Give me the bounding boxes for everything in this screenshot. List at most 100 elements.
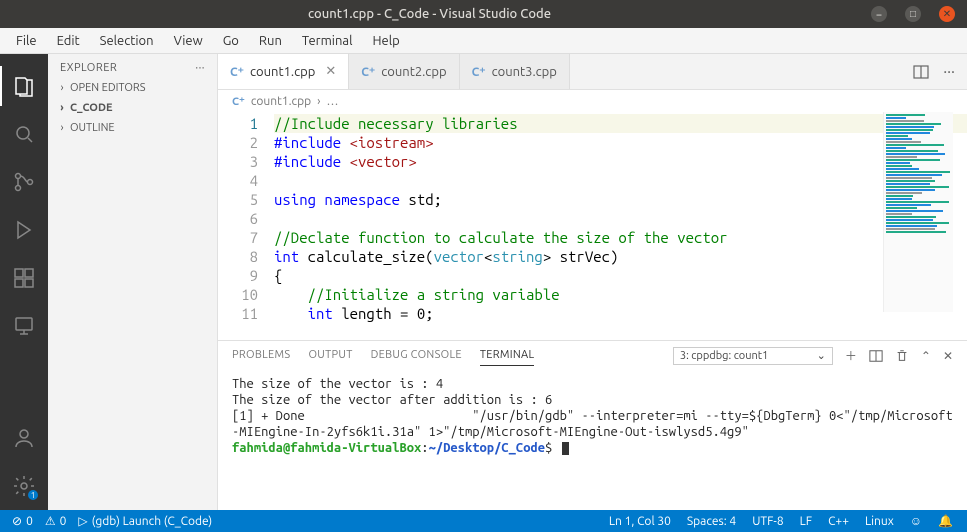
status-item-spaces-4[interactable]: Spaces: 4 [681, 514, 742, 528]
new-terminal-icon[interactable]: ＋ [845, 347, 857, 364]
panel-tabs: PROBLEMS OUTPUT DEBUG CONSOLE TERMINAL 3: c… [218, 341, 967, 366]
menu-go[interactable]: Go [213, 31, 249, 51]
search-icon[interactable] [0, 110, 48, 158]
sidebar-more-icon[interactable]: ··· [195, 62, 205, 74]
cpp-file-icon: C⁺ [361, 65, 375, 79]
status-icon: ⊘ [12, 514, 22, 528]
panel-tab-problems[interactable]: PROBLEMS [232, 345, 290, 366]
tab-label: count3.cpp [492, 65, 557, 79]
status-item-ln-1-col-30[interactable]: Ln 1, Col 30 [603, 514, 677, 528]
menu-edit[interactable]: Edit [47, 31, 90, 51]
status-item[interactable]: ⚠0 [41, 514, 71, 528]
panel: PROBLEMS OUTPUT DEBUG CONSOLE TERMINAL 3: c… [218, 340, 967, 510]
sidebar-section-label: OPEN EDITORS [70, 82, 146, 94]
window-title: count1.cpp - C_Code - Visual Studio Code [0, 7, 859, 21]
tab-bar: C⁺ count1.cpp ✕ C⁺ count2.cpp C⁺ count3.cpp ··… [218, 54, 967, 90]
code-content[interactable]: //Include necessary libraries#include <i… [274, 112, 967, 340]
status-item-utf-8[interactable]: UTF-8 [746, 514, 789, 528]
maximize-button[interactable]: □ [905, 6, 921, 22]
terminal-line: [1] + Done "/usr/bin/gdb" --interpreter=… [232, 408, 953, 440]
status-item-linux[interactable]: Linux [859, 514, 900, 528]
menu-file[interactable]: File [6, 31, 47, 51]
split-editor-icon[interactable] [913, 64, 929, 80]
tab-count1-cpp[interactable]: C⁺ count1.cpp ✕ [218, 54, 349, 89]
explorer-icon[interactable] [0, 62, 48, 110]
status-item[interactable]: ⊘0 [8, 514, 37, 528]
sidebar-section-label: OUTLINE [70, 122, 115, 134]
titlebar: count1.cpp - C_Code - Visual Studio Code… [0, 0, 967, 28]
panel-actions: 3: cppdbg: count1 ＋ ⌃ ✕ [673, 347, 953, 365]
line-numbers: 1234567891011 [218, 112, 274, 340]
cursor [562, 442, 569, 455]
minimize-button[interactable]: – [871, 6, 887, 22]
status-text: 0 [60, 515, 67, 528]
tab-label: count1.cpp [250, 65, 315, 79]
menu-help[interactable]: Help [362, 31, 409, 51]
status-text: 0 [26, 515, 33, 528]
menu-run[interactable]: Run [249, 31, 292, 51]
panel-tab-output[interactable]: OUTPUT [308, 345, 352, 366]
status-item-c-[interactable]: C++ [822, 514, 855, 528]
sidebar-section-label: C_CODE [70, 102, 113, 114]
terminal-output[interactable]: The size of the vector is : 4The size of… [218, 366, 967, 510]
terminal-prompt[interactable]: fahmida@fahmida-VirtualBox:~/Desktop/C_C… [232, 440, 953, 456]
window-controls: – □ ✕ [859, 6, 967, 22]
panel-tab-debug-console[interactable]: DEBUG CONSOLE [371, 345, 462, 366]
minimap[interactable] [883, 112, 953, 312]
panel-tab-terminal[interactable]: TERMINAL [480, 345, 535, 366]
menu-view[interactable]: View [164, 31, 213, 51]
chevron-right-icon: › [58, 82, 66, 94]
cpp-file-icon: C⁺ [230, 65, 244, 79]
kill-terminal-icon[interactable] [895, 349, 909, 363]
terminal-line: The size of the vector after addition is… [232, 392, 953, 408]
settings-icon[interactable]: 1 [0, 462, 48, 510]
breadcrumb-rest: … [327, 95, 339, 108]
settings-badge: 1 [28, 490, 38, 500]
workbench: 1 EXPLORER ··· › OPEN EDITORS › C_CODE › OUTL… [0, 54, 967, 510]
status-text: (gdb) Launch (C_Code) [92, 515, 213, 528]
maximize-panel-icon[interactable]: ⌃ [921, 349, 931, 363]
status-item[interactable]: ▷ (gdb) Launch (C_Code) [74, 514, 216, 528]
editor-group: C⁺ count1.cpp ✕ C⁺ count2.cpp C⁺ count3.cpp ··… [218, 54, 967, 510]
menu-terminal[interactable]: Terminal [292, 31, 363, 51]
status-item-lf[interactable]: LF [794, 514, 818, 528]
status-bar: ⊘0⚠0▷(gdb) Launch (C_Code) Ln 1, Col 30S… [0, 510, 967, 532]
status-icon: ⚠ [45, 514, 56, 528]
accounts-icon[interactable] [0, 414, 48, 462]
tab-more-icon[interactable]: ··· [943, 63, 955, 81]
run-debug-icon[interactable] [0, 206, 48, 254]
close-button[interactable]: ✕ [939, 6, 955, 22]
bell-icon[interactable]: 🔔 [932, 514, 959, 528]
window-frame: count1.cpp - C_Code - Visual Studio Code… [0, 0, 967, 532]
sidebar-section-c_code[interactable]: › C_CODE [48, 98, 217, 118]
terminal-selector[interactable]: 3: cppdbg: count1 [673, 347, 833, 365]
activity-bar: 1 [0, 54, 48, 510]
tab-count2-cpp[interactable]: C⁺ count2.cpp [349, 54, 459, 89]
tabbar-actions: ··· [901, 54, 967, 89]
extensions-icon[interactable] [0, 254, 48, 302]
split-terminal-icon[interactable] [869, 349, 883, 363]
chevron-right-icon: › [58, 122, 66, 134]
breadcrumb-file: count1.cpp [251, 95, 311, 108]
close-panel-icon[interactable]: ✕ [943, 349, 953, 363]
menu-selection[interactable]: Selection [90, 31, 164, 51]
sidebar-title: EXPLORER [60, 62, 117, 74]
editor[interactable]: 1234567891011 //Include necessary librar… [218, 112, 967, 340]
terminal-line: The size of the vector is : 4 [232, 376, 953, 392]
tab-label: count2.cpp [381, 65, 446, 79]
sidebar-header: EXPLORER ··· [48, 54, 217, 78]
sidebar-section-open-editors[interactable]: › OPEN EDITORS [48, 78, 217, 98]
chevron-right-icon: › [317, 95, 320, 108]
breadcrumb[interactable]: C⁺ count1.cpp › … [218, 90, 967, 112]
sidebar-section-outline[interactable]: › OUTLINE [48, 118, 217, 138]
cpp-file-icon: C⁺ [232, 95, 245, 108]
tab-count3-cpp[interactable]: C⁺ count3.cpp [460, 54, 570, 89]
source-control-icon[interactable] [0, 158, 48, 206]
close-tab-icon[interactable]: ✕ [321, 64, 336, 79]
chevron-right-icon: › [58, 102, 66, 114]
feedback-icon[interactable]: ☺ [904, 514, 928, 528]
remote-icon[interactable] [0, 302, 48, 350]
explorer-sidebar: EXPLORER ··· › OPEN EDITORS › C_CODE › OUTLIN… [48, 54, 218, 510]
status-icon: ▷ [78, 514, 87, 528]
cpp-file-icon: C⁺ [472, 65, 486, 79]
